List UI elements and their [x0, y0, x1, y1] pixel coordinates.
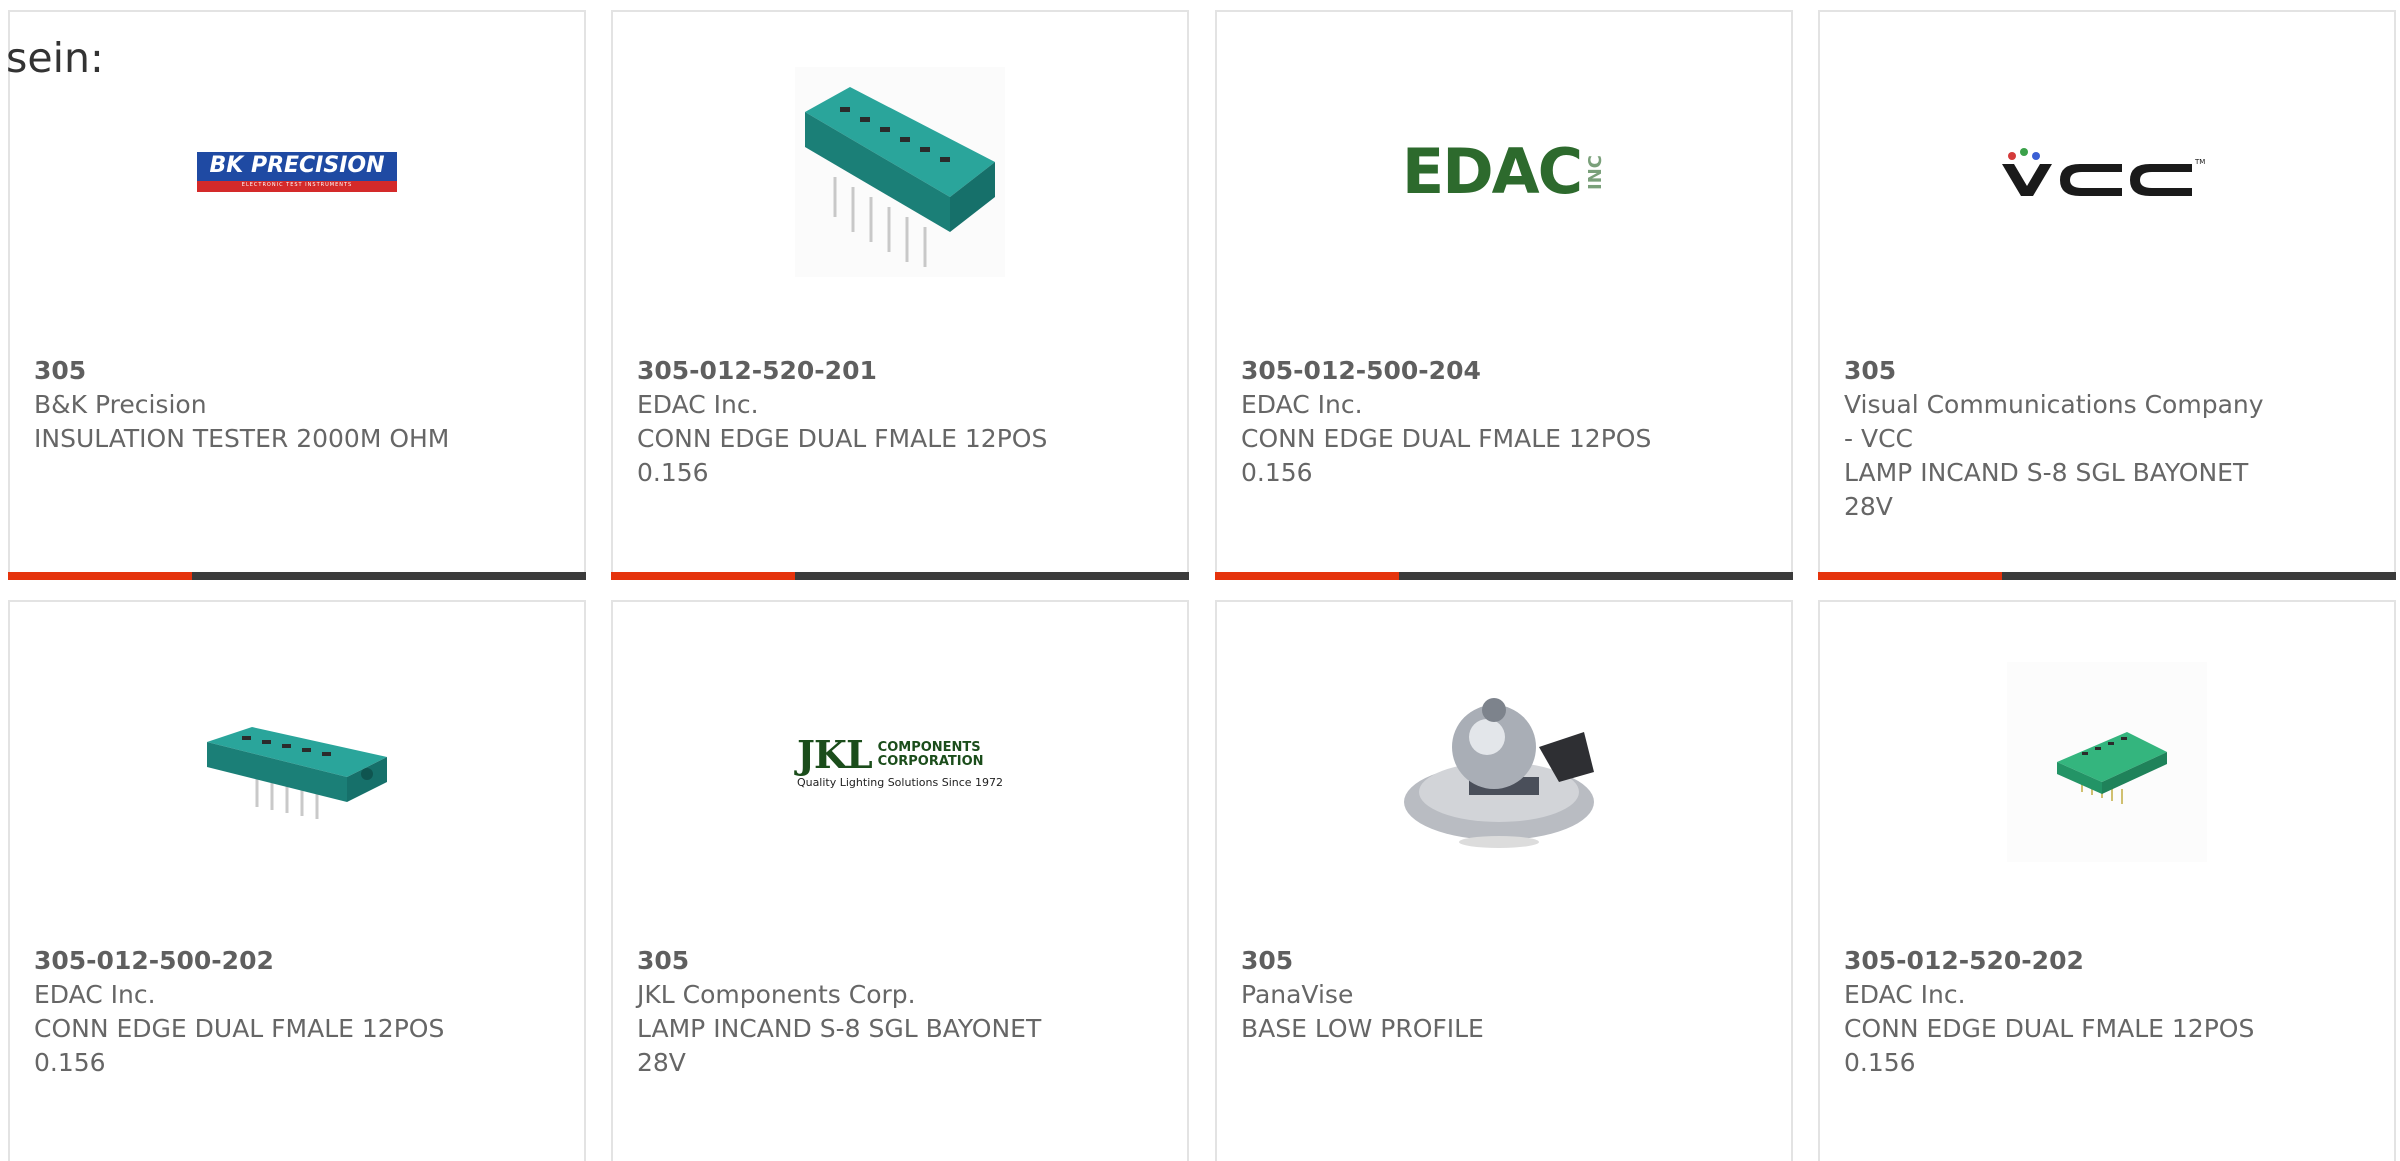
manufacturer: EDAC Inc. — [34, 980, 156, 1009]
manufacturer: EDAC Inc. — [1241, 390, 1363, 419]
manufacturer: Visual Communications Company - VCC — [1844, 390, 2264, 453]
description: CONN EDGE DUAL FMALE 12POS 0.156 — [34, 1014, 445, 1077]
edge-connector-photo — [795, 67, 1005, 277]
edac-logo: EDAC INC — [1401, 135, 1607, 208]
product-image — [613, 52, 1187, 292]
description: CONN EDGE DUAL FMALE 12POS 0.156 — [1844, 1014, 2255, 1077]
vcc-logo: TM — [2002, 148, 2205, 196]
product-info: 305-012-520-202 EDAC Inc. CONN EDGE DUAL… — [1844, 944, 2264, 1080]
product-card[interactable]: JKL COMPONENTS CORPORATION Quality Light… — [611, 600, 1189, 1161]
product-info: 305 PanaVise BASE LOW PROFILE — [1241, 944, 1661, 1046]
product-info: 305-012-500-202 EDAC Inc. CONN EDGE DUAL… — [34, 944, 454, 1080]
product-card[interactable]: TM 305 Visual Communications Company - V… — [1818, 10, 2396, 580]
part-number[interactable]: 305-012-520-202 — [1844, 944, 2264, 978]
svg-text:TM: TM — [2194, 158, 2205, 166]
product-info: 305 Visual Communications Company - VCC … — [1844, 354, 2264, 524]
product-image — [1820, 642, 2394, 882]
product-info: 305 B&K Precision INSULATION TESTER 2000… — [34, 354, 454, 456]
manufacturer: PanaVise — [1241, 980, 1354, 1009]
part-number[interactable]: 305-012-500-204 — [1241, 354, 1661, 388]
product-image: TM — [1820, 52, 2394, 292]
product-grid: BK PRECISION ELECTRONIC TEST INSTRUMENTS… — [0, 0, 2400, 1161]
product-image: JKL COMPONENTS CORPORATION Quality Light… — [613, 642, 1187, 882]
card-bar-accent — [1818, 572, 2002, 580]
part-number[interactable]: 305-012-520-201 — [637, 354, 1057, 388]
manufacturer: EDAC Inc. — [1844, 980, 1966, 1009]
page: sein: BK PRECISION ELECTRONIC TEST INSTR… — [0, 0, 2400, 1161]
card-bar — [1215, 572, 1793, 580]
card-bar — [611, 572, 1189, 580]
product-card[interactable]: EDAC INC 305-012-500-204 EDAC Inc. CONN … — [1215, 10, 1793, 580]
vise-base-photo — [1404, 698, 1594, 848]
manufacturer: B&K Precision — [34, 390, 207, 419]
card-bar — [8, 572, 586, 580]
description: LAMP INCAND S-8 SGL BAYONET 28V — [637, 1014, 1042, 1077]
product-info: 305-012-520-201 EDAC Inc. CONN EDGE DUAL… — [637, 354, 1057, 490]
card-bar-accent — [611, 572, 795, 580]
part-number[interactable]: 305 — [1241, 944, 1661, 978]
product-info: 305 JKL Components Corp. LAMP INCAND S-8… — [637, 944, 1057, 1080]
description: BASE LOW PROFILE — [1241, 1014, 1484, 1043]
product-info: 305-012-500-204 EDAC Inc. CONN EDGE DUAL… — [1241, 354, 1661, 490]
product-card[interactable]: 305-012-520-202 EDAC Inc. CONN EDGE DUAL… — [1818, 600, 2396, 1161]
product-image: BK PRECISION ELECTRONIC TEST INSTRUMENTS — [10, 52, 584, 292]
product-card[interactable]: 305 PanaVise BASE LOW PROFILE — [1215, 600, 1793, 1161]
product-image — [10, 642, 584, 882]
card-bar-accent — [1215, 572, 1399, 580]
bk-precision-logo: BK PRECISION ELECTRONIC TEST INSTRUMENTS — [197, 152, 397, 192]
description: CONN EDGE DUAL FMALE 12POS 0.156 — [637, 424, 1048, 487]
jkl-logo: JKL COMPONENTS CORPORATION Quality Light… — [796, 731, 1004, 789]
product-card[interactable]: 305-012-500-202 EDAC Inc. CONN EDGE DUAL… — [8, 600, 586, 1161]
product-card[interactable]: BK PRECISION ELECTRONIC TEST INSTRUMENTS… — [8, 10, 586, 580]
product-card[interactable]: 305-012-520-201 EDAC Inc. CONN EDGE DUAL… — [611, 10, 1189, 580]
card-bar — [1818, 572, 2396, 580]
part-number[interactable]: 305-012-500-202 — [34, 944, 454, 978]
edge-connector-photo — [207, 727, 387, 819]
product-image — [1217, 642, 1791, 882]
description: CONN EDGE DUAL FMALE 12POS 0.156 — [1241, 424, 1652, 487]
section-heading: sein: — [6, 34, 104, 82]
product-image: EDAC INC — [1217, 52, 1791, 292]
description: LAMP INCAND S-8 SGL BAYONET 28V — [1844, 458, 2249, 521]
part-number[interactable]: 305 — [637, 944, 1057, 978]
part-number[interactable]: 305 — [1844, 354, 2264, 388]
manufacturer: EDAC Inc. — [637, 390, 759, 419]
edge-connector-small-photo — [2007, 662, 2207, 862]
manufacturer: JKL Components Corp. — [637, 980, 916, 1009]
card-bar-accent — [8, 572, 192, 580]
part-number[interactable]: 305 — [34, 354, 454, 388]
description: INSULATION TESTER 2000M OHM — [34, 424, 450, 453]
